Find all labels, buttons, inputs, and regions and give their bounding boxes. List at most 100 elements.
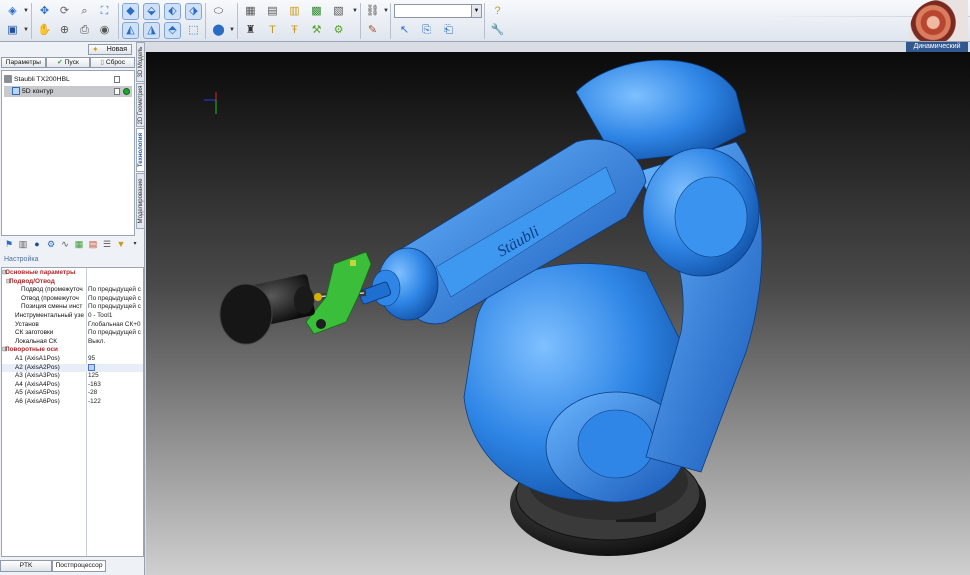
property-row[interactable]: A5 (AxisA5Pos) -28 <box>2 389 143 398</box>
tab-2d-geometry[interactable]: 2D Геометрия <box>136 83 145 127</box>
filter-icon[interactable]: ▼ <box>115 238 127 251</box>
grid-icon[interactable]: ▦ <box>73 238 85 251</box>
property-row[interactable]: Подвод (промежуточ По предыдущей с <box>2 286 143 295</box>
camera-icon[interactable]: ◉ <box>96 22 113 39</box>
property-value[interactable]: По предыдущей с <box>88 286 143 295</box>
dropdown-arrow-icon[interactable]: ▼ <box>383 8 389 14</box>
dropdown-arrow-icon[interactable]: ▼ <box>352 8 358 14</box>
view-box-icon[interactable]: ⬗ <box>185 3 202 20</box>
property-value[interactable]: 0 - Tool1 <box>88 312 143 321</box>
doc-icon[interactable] <box>114 88 120 95</box>
property-value[interactable]: Глобальная СК+0 <box>88 321 143 330</box>
more-icon[interactable]: ▾ <box>129 238 141 251</box>
print-icon[interactable]: ⎙ <box>76 22 93 39</box>
property-value[interactable]: Выкл. <box>88 338 143 347</box>
mode-label[interactable]: Динамический <box>906 42 968 52</box>
measure-icon[interactable]: ✎ <box>364 22 381 39</box>
view-back-icon[interactable]: ⬚ <box>185 22 202 39</box>
wrench-icon[interactable]: 🔧 <box>489 22 506 39</box>
simulation-icon[interactable]: ⚙ <box>330 22 347 39</box>
property-row[interactable]: Инструментальный узе 0 - Tool1 <box>2 312 143 321</box>
tab-3d-model[interactable]: 3D Модель <box>136 42 145 82</box>
property-value[interactable]: По предыдущей с <box>88 295 143 304</box>
view-top-icon[interactable]: ⬙ <box>143 3 160 20</box>
tab-postprocessor[interactable]: Постпроцессор <box>52 560 106 572</box>
dropdown-arrow-icon[interactable]: ▼ <box>229 27 235 33</box>
zoom-icon[interactable]: ⌕ <box>76 3 93 20</box>
property-value[interactable]: По предыдущей с <box>88 303 143 312</box>
sphere-icon[interactable]: ● <box>31 238 43 251</box>
cube-icon[interactable]: ▦ <box>242 3 259 20</box>
cylinder-icon[interactable]: ⬭ <box>210 3 227 20</box>
edit-field-icon[interactable] <box>88 363 95 371</box>
property-row[interactable]: Позиция смены инст По предыдущей с <box>2 303 143 312</box>
fit-icon[interactable]: ⛶ <box>96 3 113 20</box>
machine-icon[interactable]: ♜ <box>242 22 259 39</box>
layers-icon[interactable]: ◈ <box>4 3 21 20</box>
property-row[interactable]: Локальная СК Выкл. <box>2 338 143 347</box>
view-bottom-icon[interactable]: ⬘ <box>164 22 181 39</box>
view-front-icon[interactable]: ◆ <box>122 3 139 20</box>
property-section[interactable]: ⊟ Основные параметры <box>2 269 143 278</box>
property-value[interactable]: -163 <box>88 381 143 390</box>
cursor-icon[interactable]: ↖ <box>396 22 413 39</box>
toolpath-icon[interactable]: ▧ <box>330 3 347 20</box>
property-row[interactable]: A2 (AxisA2Pos) <box>2 363 143 373</box>
zoom-window-icon[interactable]: ⊕ <box>56 22 73 39</box>
view-iso-icon[interactable]: ⬖ <box>164 3 181 20</box>
property-row[interactable]: A3 (AxisA3Pos) 125 <box>2 372 143 381</box>
property-value[interactable]: -122 <box>88 398 143 407</box>
gear-icon[interactable]: ⚙ <box>45 238 57 251</box>
combo-dropdown-icon[interactable]: ▼ <box>471 5 481 17</box>
property-section[interactable]: ⊟ Поворотные оси <box>2 346 143 355</box>
view-right-icon[interactable]: ◮ <box>143 22 160 39</box>
tab-parameters[interactable]: Параметры <box>1 57 46 68</box>
layers-icon[interactable]: ▤ <box>87 238 99 251</box>
save-icon[interactable]: ▣ <box>4 22 21 39</box>
pan-icon[interactable]: ✋ <box>36 22 53 39</box>
property-value[interactable]: -28 <box>88 389 143 398</box>
pdf-export-icon[interactable]: ⎘ <box>418 22 435 39</box>
path-icon[interactable]: ∿ <box>59 238 71 251</box>
property-row[interactable]: Отвод (промежуточ По предыдущей с <box>2 295 143 304</box>
property-section[interactable]: ⊟ Подвод/Отвод <box>2 278 143 287</box>
export-icon[interactable]: ⎗ <box>440 22 457 39</box>
property-row[interactable]: Установ Глобальная СК+0 <box>2 321 143 330</box>
view-combo[interactable]: ▼ <box>394 4 482 18</box>
shaded-view-icon[interactable]: ⬤ <box>210 22 227 39</box>
workpiece-icon[interactable]: ▤ <box>264 3 281 20</box>
tab-ptk[interactable]: PTK <box>0 560 52 572</box>
tool-library-icon[interactable]: ▥ <box>17 238 29 251</box>
move-icon[interactable]: ✥ <box>36 3 53 20</box>
tab-technology[interactable]: Технология <box>136 128 145 172</box>
settings-icon[interactable]: ⚑ <box>3 238 15 251</box>
tool-icon[interactable]: ▥ <box>286 3 303 20</box>
tree-item-machine[interactable]: Staubli TX200HBL <box>4 74 132 85</box>
view-left-icon[interactable]: ◭ <box>122 22 139 39</box>
spindle-icon[interactable]: Ŧ <box>286 22 303 39</box>
dropdown-arrow-icon[interactable]: ▼ <box>23 8 29 14</box>
property-value[interactable]: 125 <box>88 372 143 381</box>
dropdown-arrow-icon[interactable]: ▼ <box>23 27 29 33</box>
fixture-icon[interactable]: ▩ <box>308 3 325 20</box>
3d-viewport[interactable]: Stäubli <box>146 52 970 575</box>
property-row[interactable]: A1 (AxisA1Pos) 95 <box>2 355 143 364</box>
property-value[interactable]: 95 <box>88 355 143 364</box>
holder-icon[interactable]: T <box>264 22 281 39</box>
property-row[interactable]: A4 (AxisA4Pos) -163 <box>2 381 143 390</box>
tab-reset[interactable]: ▯ Сброс <box>90 57 136 68</box>
tree-item-operation[interactable]: 5D контур <box>4 86 132 97</box>
rotate-view-icon[interactable]: ⟳ <box>56 3 73 20</box>
help-icon[interactable]: ? <box>489 3 506 20</box>
property-row[interactable]: A6 (AxisA6Pos) -122 <box>2 398 143 407</box>
list-icon[interactable]: ☰ <box>101 238 113 251</box>
new-button[interactable]: ✦ Новая <box>88 44 132 55</box>
tab-start[interactable]: ✔ Пуск <box>45 57 91 68</box>
property-value[interactable]: По предыдущей с <box>88 329 143 338</box>
property-row[interactable]: СК заготовки По предыдущей с <box>2 329 143 338</box>
part-icon[interactable]: ⚒ <box>308 22 325 39</box>
property-value[interactable] <box>88 363 143 373</box>
tab-simulation[interactable]: Моделирование <box>136 173 145 229</box>
doc-icon[interactable] <box>114 76 120 83</box>
link-icon[interactable]: ⛓ <box>364 3 381 20</box>
